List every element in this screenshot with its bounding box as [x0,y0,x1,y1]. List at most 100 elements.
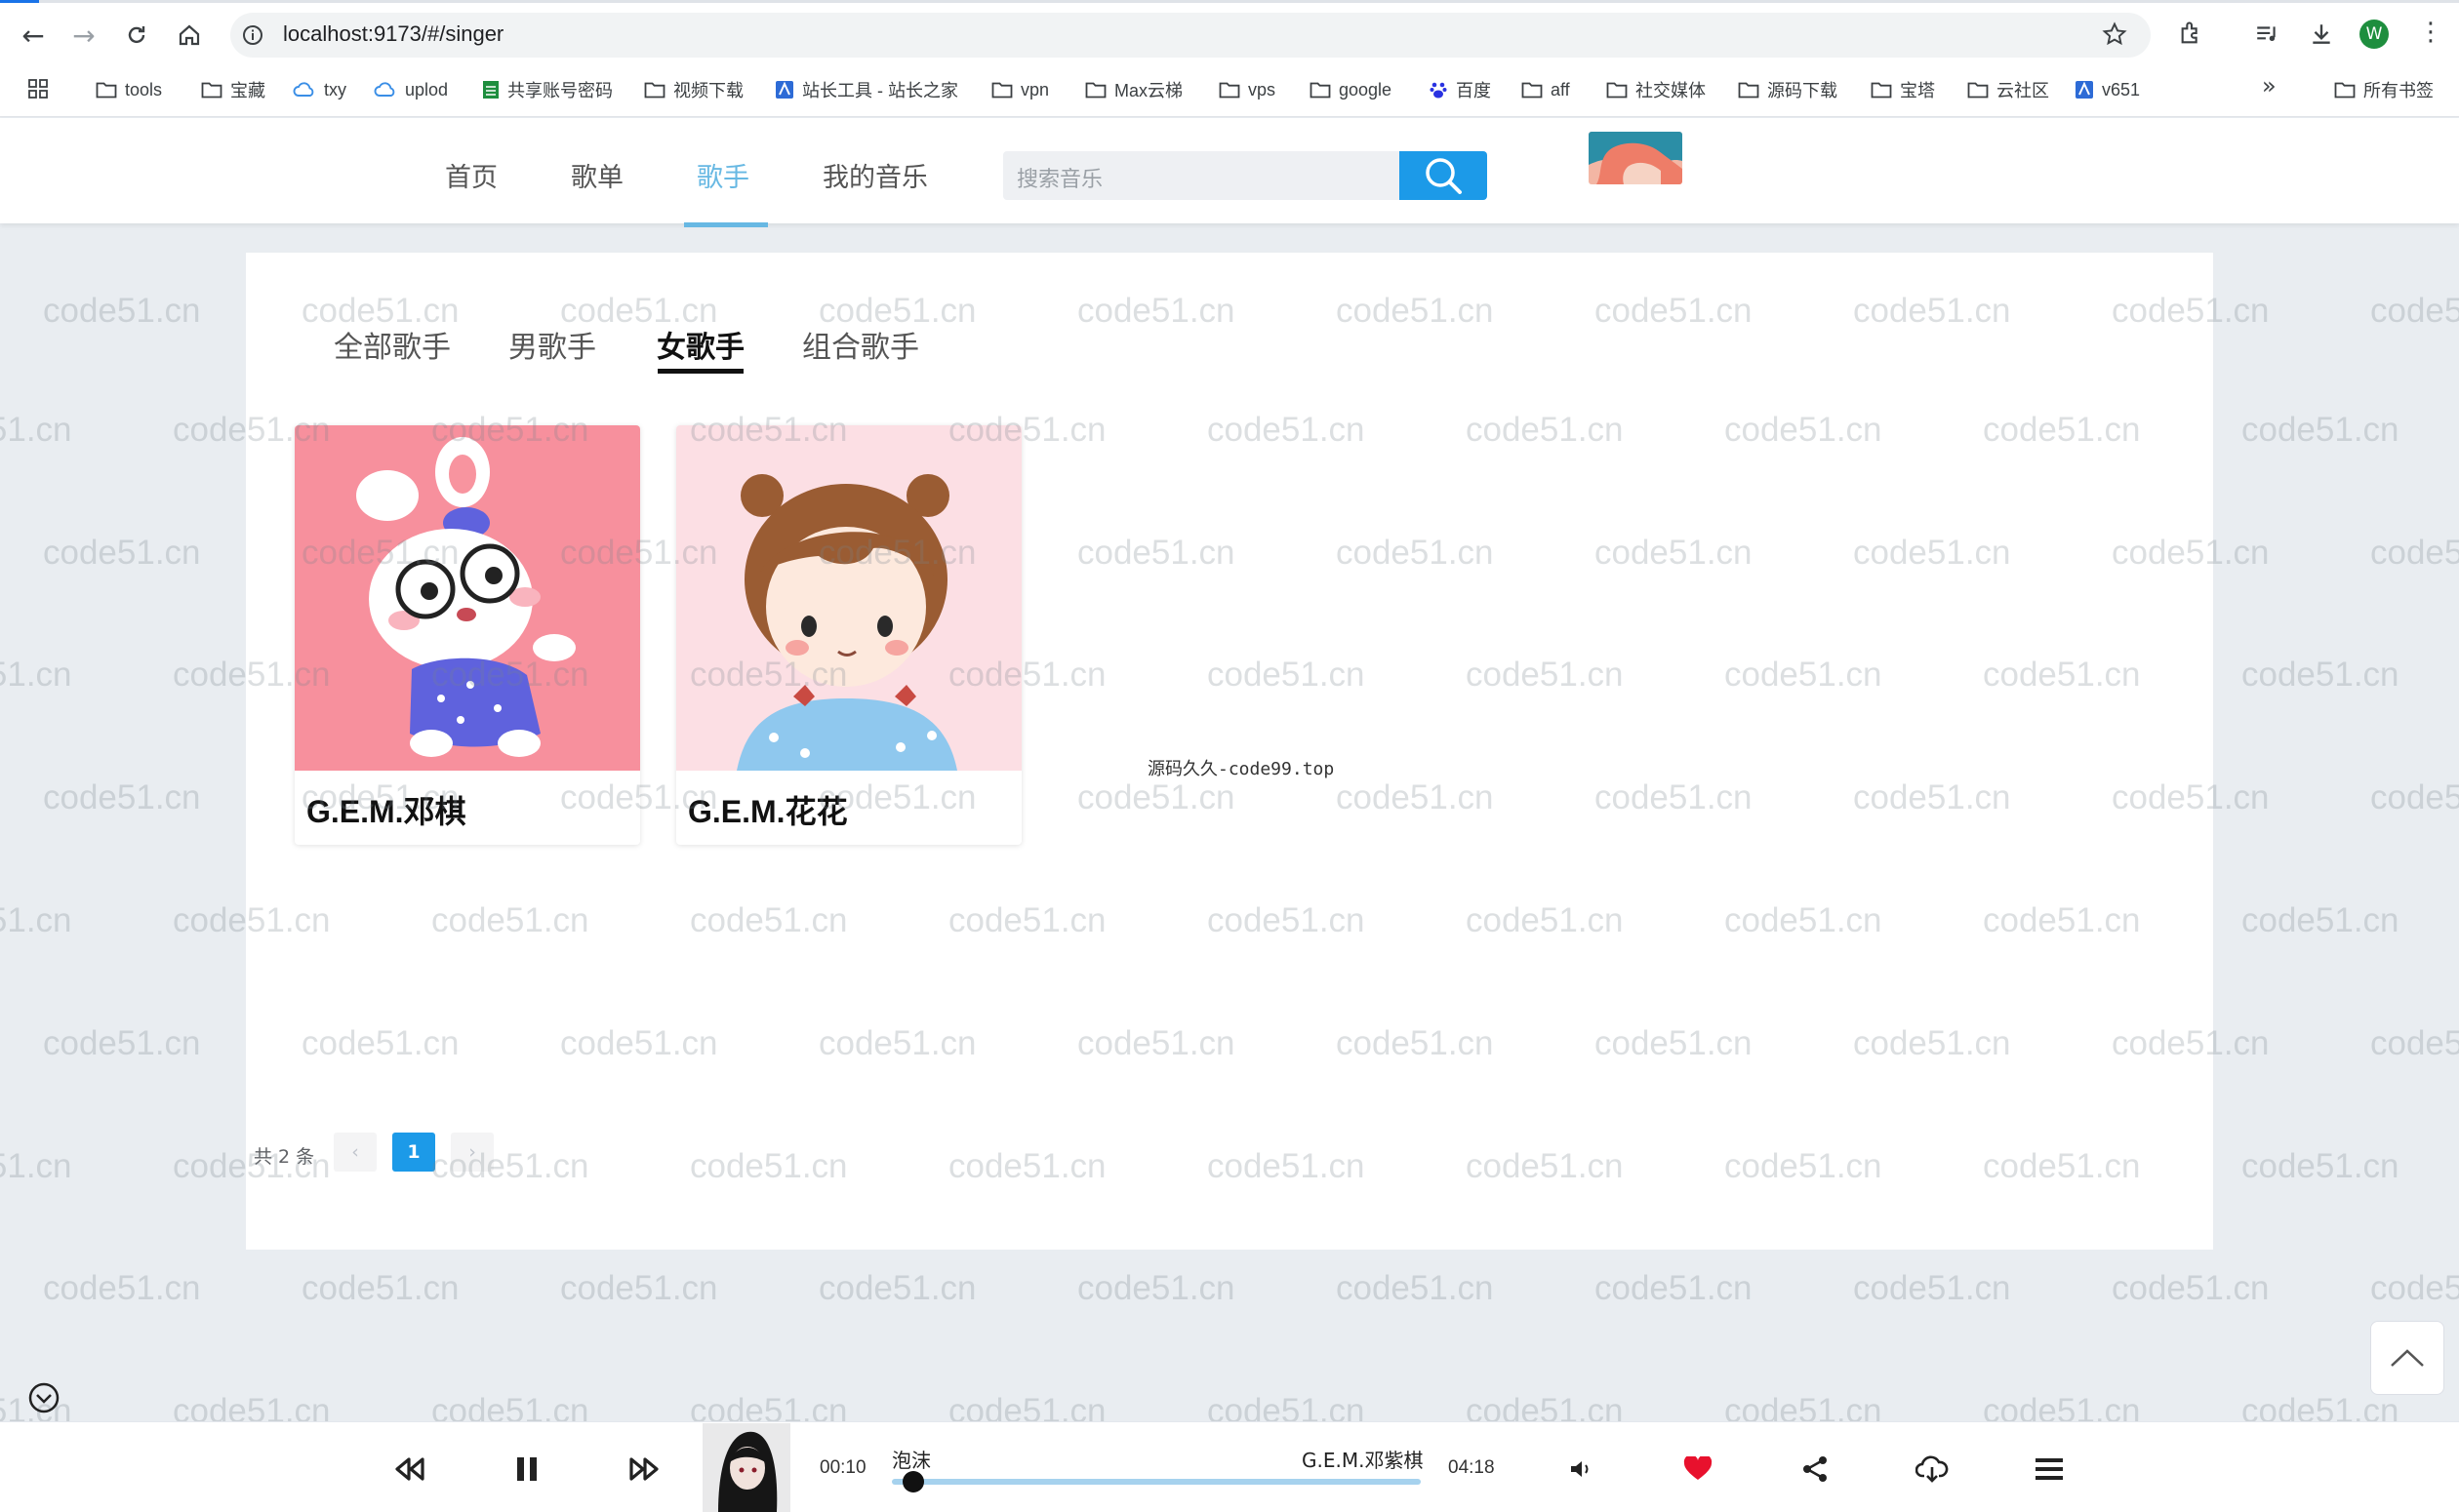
back-to-top-button[interactable] [2370,1321,2444,1395]
bookmark-item[interactable]: 宝藏 [201,75,265,104]
progress-handle[interactable] [902,1471,924,1492]
bookmarks-overflow-icon[interactable]: » [2262,72,2277,99]
tab-male-singers[interactable]: 男歌手 [508,323,596,366]
bookmark-item[interactable]: 百度 [1429,75,1491,104]
bookmark-label: v651 [2102,79,2141,99]
search-icon [1426,158,1462,194]
folder-icon [96,81,125,99]
nav-my-music[interactable]: 我的音乐 [823,156,928,194]
bookmark-item[interactable]: 站长工具 - 站长之家 [775,75,958,104]
browser-menu-icon[interactable]: ⋮ [2418,20,2443,45]
bookmark-item[interactable]: aff [1521,75,1570,104]
bookmark-label: 云社区 [1996,81,2049,100]
reload-icon[interactable] [117,16,156,55]
watermark-text: code51.cn [2241,411,2399,449]
bookmark-label: 站长工具 - 站长之家 [802,81,958,100]
previous-track-icon[interactable] [388,1450,431,1489]
forward-icon[interactable]: → [64,16,103,55]
pagination-next[interactable]: › [451,1133,494,1172]
tab-group-singers[interactable]: 组合歌手 [802,323,919,366]
singer-card[interactable]: G.E.M.花花 [676,425,1022,845]
folder-icon [644,81,673,99]
pagination-page[interactable]: 1 [392,1133,435,1172]
apps-grid-icon[interactable] [27,78,49,103]
watermark-text: code51.cn [43,778,201,816]
folder-icon [1310,81,1339,99]
singer-card[interactable]: G.E.M.邓棋 [295,425,640,845]
bookmark-label: Max云梯 [1114,81,1184,100]
cloud-download-icon[interactable] [1911,1450,1954,1489]
bookmark-star-icon[interactable] [2102,21,2127,51]
pagination-prev[interactable]: ‹ [334,1133,377,1172]
site-logo[interactable] [1589,132,1682,184]
tab-female-singers[interactable]: 女歌手 [657,323,745,366]
bookmark-item[interactable]: 共享账号密码 [482,75,613,104]
all-bookmarks[interactable]: 所有书签 [2334,75,2434,104]
playlist-menu-icon[interactable] [2028,1450,2071,1489]
watermark-text: code51.cn [302,1269,460,1307]
bookmark-item[interactable]: Max云梯 [1085,75,1183,104]
nav-home[interactable]: 首页 [445,156,498,194]
pause-icon[interactable] [505,1450,548,1489]
next-track-icon[interactable] [623,1450,665,1489]
bookmark-item[interactable]: 源码下载 [1738,75,1837,104]
bookmark-item[interactable]: vps [1219,75,1275,104]
download-icon[interactable] [2309,21,2334,51]
singer-avatar [676,425,1022,771]
watermark-text: code51.cn [43,1269,201,1307]
bookmark-item[interactable]: 宝塔 [1871,75,1935,104]
extensions-icon[interactable] [2178,20,2205,51]
media-control-icon[interactable] [2254,21,2279,51]
watermark-text: code51.cn [819,1269,977,1307]
bookmark-item[interactable]: 云社区 [1967,75,2049,104]
music-player-bar [0,1421,2459,1512]
singer-name[interactable]: G.E.M.花花 [688,787,848,832]
watermark-text: code51.cn [2241,1147,2399,1185]
watermark-text: code51.cn [2370,534,2459,572]
watermark-text: code51.cn [2370,778,2459,816]
singer-name[interactable]: G.E.M.邓棋 [306,787,466,832]
share-icon[interactable] [1794,1450,1836,1489]
search-button[interactable] [1399,151,1487,200]
site-info-icon[interactable] [242,24,263,50]
profile-avatar[interactable]: W [2359,20,2389,49]
tab-all-singers[interactable]: 全部歌手 [334,323,451,366]
folder-icon [991,81,1021,99]
nav-playlists[interactable]: 歌单 [571,156,624,194]
watermark-text: code51.cn [2370,1269,2459,1307]
singer-avatar [295,425,640,771]
pagination-total: 共 2 条 [254,1146,315,1168]
bookmark-item[interactable]: 视频下载 [644,75,744,104]
folder-icon [1085,81,1114,99]
tab-active-indicator [658,369,744,374]
bookmark-item[interactable]: tools [96,75,162,104]
bookmark-item[interactable]: vpn [991,75,1049,104]
address-bar[interactable] [230,13,2151,58]
progress-track[interactable] [892,1479,1421,1485]
watermark-text: code51.cn [0,1147,72,1185]
collapse-player-icon[interactable] [27,1381,60,1418]
baidu-icon [1429,80,1456,99]
bookmark-item[interactable]: txy [293,75,346,104]
folder-icon [201,81,230,99]
cloud-icon [374,81,405,99]
bookmark-item[interactable]: 社交媒体 [1606,75,1706,104]
bookmark-label: 宝藏 [230,81,265,100]
sheet-icon [482,80,507,99]
song-title: 泡沫 [892,1449,931,1472]
back-icon[interactable]: ← [14,16,53,55]
home-icon[interactable] [170,16,209,55]
folder-icon [1967,81,1996,99]
album-cover[interactable] [703,1423,790,1512]
bookmark-item[interactable]: v651 [2075,75,2140,104]
watermark-text: code51.cn [1853,1269,2011,1307]
bookmark-item[interactable]: google [1310,75,1391,104]
watermark-text: code51.cn [0,411,72,449]
bookmark-item[interactable]: uplod [374,75,448,104]
watermark-text: code51.cn [1077,1269,1235,1307]
volume-icon[interactable] [1559,1450,1602,1489]
nav-active-indicator [684,222,768,227]
nav-singers[interactable]: 歌手 [697,156,749,194]
url-text[interactable]: localhost:9173/#/singer [283,21,504,47]
like-heart-icon[interactable] [1676,1450,1719,1489]
